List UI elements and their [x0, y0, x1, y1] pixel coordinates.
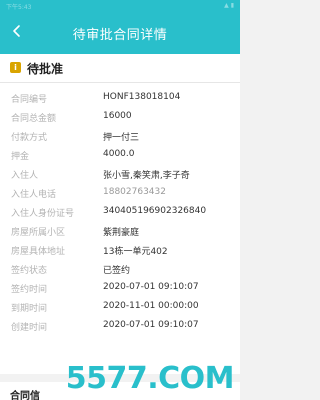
detail-label: 签约时间	[11, 285, 48, 295]
detail-row: 入住人电话 18802763432	[0, 185, 240, 204]
detail-value: 2020-07-01 09:10:07	[103, 320, 199, 330]
detail-row: 到期时间 2020-11-01 00:00:00	[0, 299, 240, 318]
detail-row: 房屋所属小区 紫荆豪庭	[0, 223, 240, 242]
detail-row: 签约时间 2020-07-01 09:10:07	[0, 280, 240, 299]
detail-value: 已签约	[103, 266, 131, 276]
page-title: 待审批合同详情	[72, 28, 168, 43]
app-header: 下午5:43 ▲ ▮ 待审批合同详情	[0, 0, 240, 54]
detail-row: 合同总金额 16000	[0, 109, 240, 128]
detail-row: 入住人 张小雪,秦笑肃,李子奇	[0, 166, 240, 185]
detail-value: 2020-11-01 00:00:00	[103, 301, 199, 311]
detail-label: 入住人	[11, 171, 39, 181]
info-icon: i	[10, 62, 21, 73]
detail-label: 房屋所属小区	[11, 228, 66, 238]
detail-row: 创建时间 2020-07-01 09:10:07	[0, 318, 240, 337]
status-time: 下午5:43	[6, 4, 32, 11]
detail-value: 紫荆豪庭	[103, 228, 140, 238]
detail-row: 押金 4000.0	[0, 147, 240, 166]
detail-label: 创建时间	[11, 323, 48, 333]
detail-value: 张小雪,秦笑肃,李子奇	[103, 171, 190, 181]
detail-value: 押一付三	[103, 133, 140, 143]
detail-row: 入住人身份证号 340405196902326840	[0, 204, 240, 223]
chevron-left-icon	[13, 25, 20, 37]
detail-label: 房屋具体地址	[11, 247, 66, 257]
detail-label: 合同编号	[11, 95, 48, 105]
back-button[interactable]	[10, 23, 24, 37]
detail-label: 合同总金额	[11, 114, 57, 124]
detail-label: 付款方式	[11, 133, 48, 143]
detail-row: 合同编号 HONF138018104	[0, 90, 240, 109]
status-icons: ▲ ▮	[224, 2, 234, 9]
detail-label: 到期时间	[11, 304, 48, 314]
detail-value: 18802763432	[103, 187, 166, 197]
divider	[0, 82, 240, 83]
contract-card: i 待批准 合同编号 HONF138018104 合同总金额 16000 付款方式 押一付…	[0, 54, 240, 374]
detail-row: 付款方式 押一付三	[0, 128, 240, 147]
detail-label: 押金	[11, 152, 30, 162]
status-bar: 下午5:43 ▲ ▮	[0, 0, 240, 16]
detail-value: 16000	[103, 111, 132, 121]
detail-label: 入住人电话	[11, 190, 57, 200]
detail-value: 4000.0	[103, 149, 135, 159]
detail-row: 签约状态 已签约	[0, 261, 240, 280]
section-title: 合同信	[10, 391, 40, 400]
detail-value: 2020-07-01 09:10:07	[103, 282, 199, 292]
approval-status-title: 待批准	[27, 62, 64, 76]
detail-value: 13栋一单元402	[103, 247, 168, 257]
detail-label: 入住人身份证号	[11, 209, 75, 219]
detail-list: 合同编号 HONF138018104 合同总金额 16000 付款方式 押一付三押金 400…	[0, 90, 240, 337]
detail-row: 房屋具体地址 13栋一单元402	[0, 242, 240, 261]
detail-value: 340405196902326840	[103, 206, 207, 216]
watermark-logo: 5577.COM	[65, 361, 235, 396]
detail-value: HONF138018104	[103, 92, 181, 102]
card-header: i 待批准	[0, 54, 240, 82]
detail-label: 签约状态	[11, 266, 48, 276]
